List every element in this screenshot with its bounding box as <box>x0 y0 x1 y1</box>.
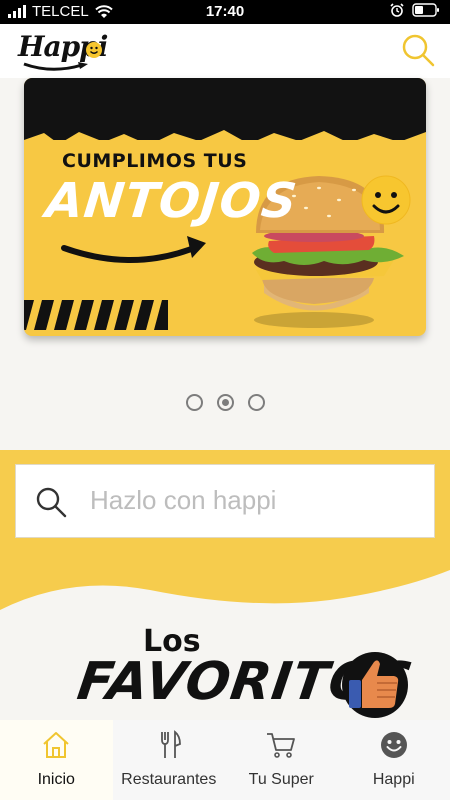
thumbs-up-icon <box>342 652 408 718</box>
shopping-cart-icon <box>267 733 296 758</box>
search-section: Hazlo con happi Los FAVORITOS <box>0 450 450 720</box>
cutlery-icon <box>160 730 181 758</box>
header-search-button[interactable] <box>400 32 436 68</box>
bottom-nav: Inicio Restaurantes Tu Super Happi <box>0 720 450 800</box>
nav-label-happi: Happi <box>372 771 415 788</box>
search-icon <box>36 487 67 518</box>
battery-icon <box>412 3 439 17</box>
nav-item-tu-super[interactable]: Tu Super <box>225 720 338 800</box>
search-placeholder: Hazlo con happi <box>90 485 277 515</box>
happi-logo[interactable]: Happi <box>18 30 108 74</box>
nav-item-inicio[interactable]: Inicio <box>0 720 113 800</box>
banner-smiley-icon <box>361 175 411 225</box>
alarm-icon <box>390 3 404 17</box>
smiley-icon <box>380 732 407 758</box>
logo-smiley-icon <box>86 42 102 58</box>
search-icon <box>402 34 435 67</box>
pager-dot[interactable] <box>185 394 203 411</box>
pager-dot[interactable] <box>247 394 265 411</box>
banner-line-1: CUMPLIMOS TUS <box>62 150 248 172</box>
status-right <box>390 3 440 17</box>
hazard-stripes <box>24 300 168 330</box>
promo-banner[interactable]: CUMPLIMOS TUS ANTOJOS <box>24 78 426 336</box>
app-screen: TELCEL 17:40 Happi CUMPLIMOS TUS ANTOJOS… <box>0 0 450 800</box>
nav-item-restaurantes[interactable]: Restaurantes <box>113 720 226 800</box>
status-bar: TELCEL 17:40 <box>0 0 450 24</box>
home-icon <box>43 732 69 758</box>
banner-line-2: ANTOJOS <box>43 173 301 229</box>
app-header: Happi <box>0 24 450 78</box>
pager-dot-active[interactable] <box>216 394 234 411</box>
status-time: 17:40 <box>205 3 245 20</box>
nav-label-inicio: Inicio <box>37 771 75 788</box>
search-input[interactable]: Hazlo con happi <box>15 464 435 538</box>
nav-item-happi[interactable]: Happi <box>338 720 450 800</box>
nav-label-restaurantes: Restaurantes <box>121 771 217 788</box>
logo-swoosh-icon <box>23 62 88 71</box>
carousel-pager <box>0 394 450 411</box>
nav-label-tu-super: Tu Super <box>248 771 314 788</box>
